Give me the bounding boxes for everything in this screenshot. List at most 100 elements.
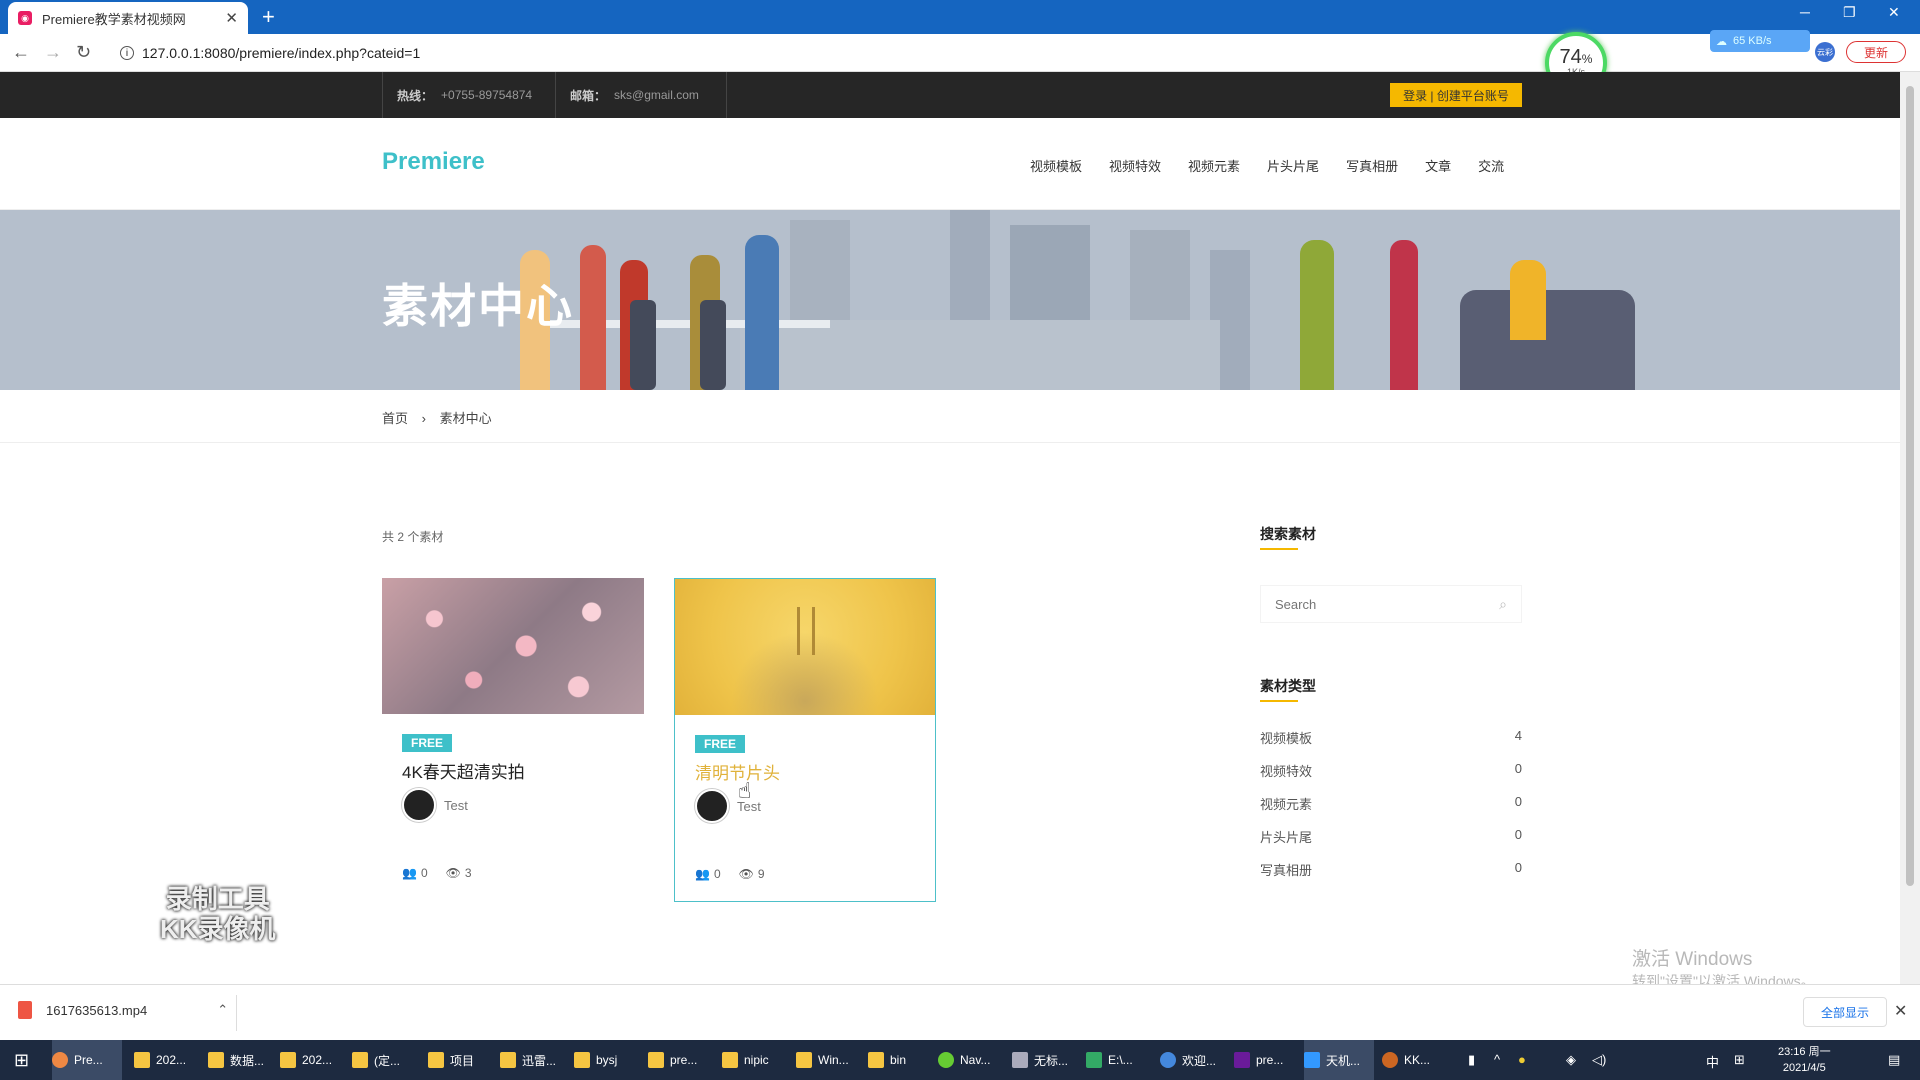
volume-icon[interactable]: ◁) <box>1592 1052 1606 1068</box>
minimize-icon[interactable]: ─ <box>1800 4 1810 20</box>
taskbar-app[interactable]: Pre... <box>52 1040 122 1080</box>
tools-icon <box>1304 1052 1320 1068</box>
system-clock[interactable]: 23:16 周一 2021/4/5 <box>1778 1044 1831 1076</box>
taskbar-label: (定... <box>374 1053 400 1068</box>
nav-item-articles[interactable]: 文章 <box>1425 156 1451 175</box>
taskbar-app[interactable]: 202... <box>134 1040 186 1080</box>
window-close-icon[interactable]: ✕ <box>1888 4 1900 21</box>
category-item[interactable]: 写真相册 0 <box>1260 860 1522 879</box>
search-icon[interactable]: ⌕ <box>1499 596 1507 613</box>
category-name[interactable]: 视频特效 <box>1260 761 1312 780</box>
show-all-button[interactable]: 全部显示 <box>1803 997 1887 1027</box>
card-stats: 👥 0 👁 3 <box>402 866 476 880</box>
login-register-button[interactable]: 登录 | 创建平台账号 <box>1390 83 1522 107</box>
author-avatar[interactable] <box>402 788 436 822</box>
profile-avatar[interactable]: 云彩 <box>1815 42 1835 62</box>
folder-icon <box>500 1052 516 1068</box>
chevron-up-icon[interactable]: ⌃ <box>217 1002 228 1018</box>
tray-app-icon[interactable]: ● <box>1518 1052 1526 1067</box>
category-item[interactable]: 视频特效 0 <box>1260 761 1522 780</box>
cloud-icon: ☁ <box>1716 35 1727 48</box>
taskbar-app[interactable]: E:\... <box>1086 1040 1133 1080</box>
nav-item-intro-outro[interactable]: 片头片尾 <box>1267 156 1319 175</box>
card-thumbnail[interactable] <box>382 578 644 714</box>
calligraphy-decoration <box>797 607 815 655</box>
taskbar-app[interactable]: KK... <box>1382 1040 1430 1080</box>
taskbar-app[interactable]: pre... <box>1234 1040 1283 1080</box>
taskbar-app[interactable]: 无标... <box>1012 1040 1068 1080</box>
taskbar-app[interactable]: 数据... <box>208 1040 264 1080</box>
start-button[interactable]: ⊞ <box>14 1040 29 1080</box>
tray-expand-icon[interactable]: ^ <box>1494 1052 1500 1067</box>
category-item[interactable]: 视频元素 0 <box>1260 794 1522 813</box>
nav-item-video-elements[interactable]: 视频元素 <box>1188 156 1240 175</box>
taskbar-app[interactable]: Win... <box>796 1040 849 1080</box>
taskbar-app[interactable]: 天机... <box>1304 1040 1374 1080</box>
folder-icon <box>796 1052 812 1068</box>
taskbar-app[interactable]: nipic <box>722 1040 769 1080</box>
taskbar-label: 无标... <box>1034 1053 1069 1068</box>
taskbar-app[interactable]: bysj <box>574 1040 617 1080</box>
nav-item-video-effects[interactable]: 视频特效 <box>1109 156 1161 175</box>
forward-icon[interactable]: → <box>44 42 62 63</box>
meeting-table-illustration <box>530 320 830 328</box>
taskbar-app[interactable]: 项目 <box>428 1040 474 1080</box>
update-button[interactable]: 更新 <box>1846 41 1906 63</box>
author-avatar[interactable] <box>695 789 729 823</box>
new-tab-icon[interactable]: + <box>262 4 275 30</box>
site-logo[interactable]: Premiere <box>382 148 485 176</box>
chrome-icon <box>52 1052 68 1068</box>
author-name[interactable]: Test <box>444 798 468 813</box>
category-name[interactable]: 写真相册 <box>1260 860 1312 879</box>
eye-icon: 👁 <box>445 866 461 880</box>
search-input[interactable] <box>1261 586 1461 622</box>
person-illustration <box>580 245 606 390</box>
network-icon[interactable]: ◈ <box>1566 1052 1576 1068</box>
page-scrollbar[interactable] <box>1900 72 1920 984</box>
kk-recorder-icon <box>1382 1052 1398 1068</box>
download-filename[interactable]: 1617635613.mp4 <box>46 1003 147 1018</box>
material-card[interactable]: FREE 4K春天超清实拍 Test 👥 0 👁 3 <box>382 578 644 902</box>
download-bar-close-icon[interactable]: ✕ <box>1894 1001 1907 1021</box>
category-name[interactable]: 片头片尾 <box>1260 827 1312 846</box>
nav-item-photo-album[interactable]: 写真相册 <box>1346 156 1398 175</box>
taskbar-label: bin <box>890 1053 907 1067</box>
scrollbar-thumb[interactable] <box>1906 86 1914 886</box>
reload-icon[interactable]: ↻ <box>76 42 91 63</box>
taskbar-app[interactable]: (定... <box>352 1040 400 1080</box>
keyboard-icon[interactable]: ⊞ <box>1734 1052 1745 1068</box>
nav-item-video-templates[interactable]: 视频模板 <box>1030 156 1082 175</box>
email: 邮箱： sks@gmail.com <box>555 72 727 118</box>
taskbar-app[interactable]: pre... <box>648 1040 697 1080</box>
url-field[interactable]: i 127.0.0.1:8080/premiere/index.php?cate… <box>110 39 1490 67</box>
category-count: 0 <box>1514 794 1522 809</box>
category-name[interactable]: 视频元素 <box>1260 794 1312 813</box>
browser-tab[interactable]: ◉ Premiere教学素材视频网 ✕ <box>8 2 248 34</box>
taskbar-app[interactable]: 迅雷... <box>500 1040 556 1080</box>
taskbar-app[interactable]: 202... <box>280 1040 332 1080</box>
site-info-icon[interactable]: i <box>120 46 134 60</box>
card-title[interactable]: 4K春天超清实拍 <box>402 758 525 783</box>
category-name[interactable]: 视频模板 <box>1260 728 1312 747</box>
download-item[interactable]: 1617635613.mp4 ⌃ <box>18 1001 228 1019</box>
person-illustration <box>1300 240 1334 390</box>
battery-icon[interactable]: ▮ <box>1468 1052 1475 1068</box>
back-icon[interactable]: ← <box>12 42 30 63</box>
tab-close-icon[interactable]: ✕ <box>225 9 238 27</box>
category-item[interactable]: 视频模板 4 <box>1260 728 1522 747</box>
speed-percent: 74 <box>1559 46 1582 68</box>
restore-icon[interactable]: ❐ <box>1843 4 1856 21</box>
taskbar-app[interactable]: bin <box>868 1040 906 1080</box>
category-item[interactable]: 片头片尾 0 <box>1260 827 1522 846</box>
taskbar-label: 项目 <box>450 1053 475 1068</box>
breadcrumb-home[interactable]: 首页 <box>382 411 408 426</box>
nav-item-community[interactable]: 交流 <box>1478 156 1504 175</box>
ime-indicator[interactable]: 中 <box>1706 1052 1719 1071</box>
main-nav: 视频模板 视频特效 视频元素 片头片尾 写真相册 文章 交流 <box>1030 156 1531 175</box>
taskbar-app[interactable]: Nav... <box>938 1040 990 1080</box>
notification-icon[interactable]: ▤ <box>1888 1052 1900 1068</box>
cloud-speed-widget[interactable]: ☁ 65 KB/s <box>1710 30 1810 52</box>
card-thumbnail[interactable] <box>675 579 935 715</box>
taskbar-app[interactable]: 欢迎... <box>1160 1040 1216 1080</box>
material-card[interactable]: FREE 清明节片头 Test 👥 0 👁 9 <box>674 578 936 902</box>
